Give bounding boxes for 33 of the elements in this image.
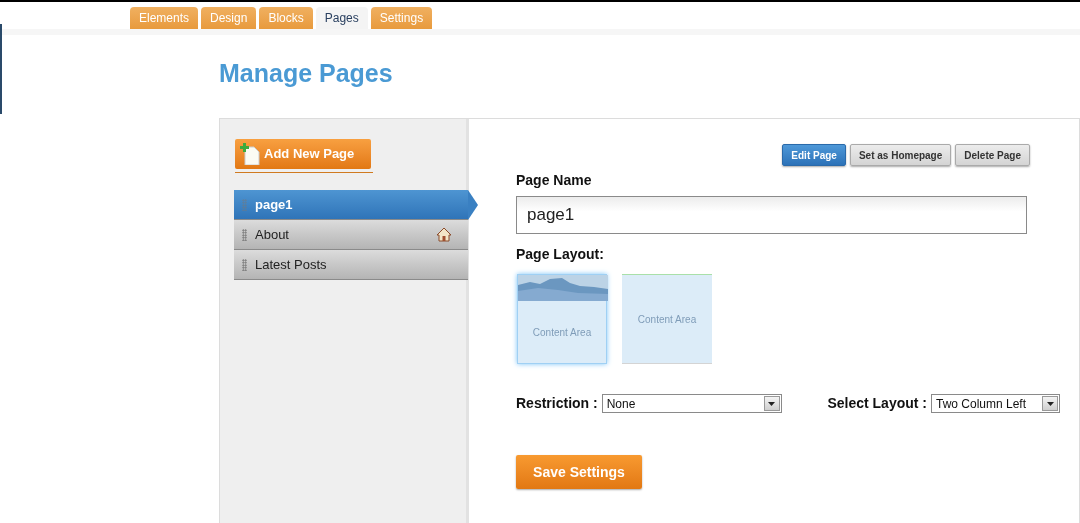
drag-handle-icon (242, 258, 247, 271)
page-name: Latest Posts (255, 255, 327, 274)
page-list-item[interactable]: About (234, 220, 468, 250)
save-settings-button[interactable]: Save Settings (516, 455, 642, 489)
dropdown[interactable]: None (601, 394, 782, 413)
action-button[interactable]: Edit Page (782, 144, 846, 166)
mountain-header-icon (518, 275, 608, 301)
content-area-label: Content Area (532, 325, 592, 340)
new-page-icon (240, 143, 260, 165)
tab[interactable]: Blocks (259, 7, 313, 29)
layout-option[interactable]: Content Area (622, 274, 712, 364)
content-area-label: Content Area (637, 312, 697, 327)
selection-pointer-icon (468, 190, 478, 220)
field-label: Restriction : (516, 394, 598, 413)
field-label: Page Name (516, 171, 593, 190)
tab[interactable]: Elements (130, 7, 199, 29)
drag-handle-icon (242, 198, 247, 211)
dropdown[interactable]: Two Column Left (931, 394, 1060, 413)
action-button[interactable]: Delete Page (955, 144, 1030, 166)
tab[interactable]: Design (201, 7, 257, 29)
drag-handle-icon (242, 228, 247, 241)
layout-option[interactable]: Content Area (517, 274, 607, 364)
add-new-page-button[interactable]: Add New Page (235, 139, 371, 169)
page-name-field[interactable]: page1 (516, 196, 1027, 234)
page-list-item[interactable]: Latest Posts (234, 250, 468, 280)
action-button[interactable]: Set as Homepage (849, 144, 952, 166)
field-label: Page Layout: (516, 245, 605, 264)
page-name: About (255, 225, 289, 244)
field-label: Select Layout : (827, 394, 927, 413)
tab[interactable]: Pages (315, 7, 368, 29)
page-name: page1 (255, 195, 293, 214)
tab[interactable]: Settings (370, 7, 433, 29)
page-title: Manage Pages (219, 61, 394, 86)
